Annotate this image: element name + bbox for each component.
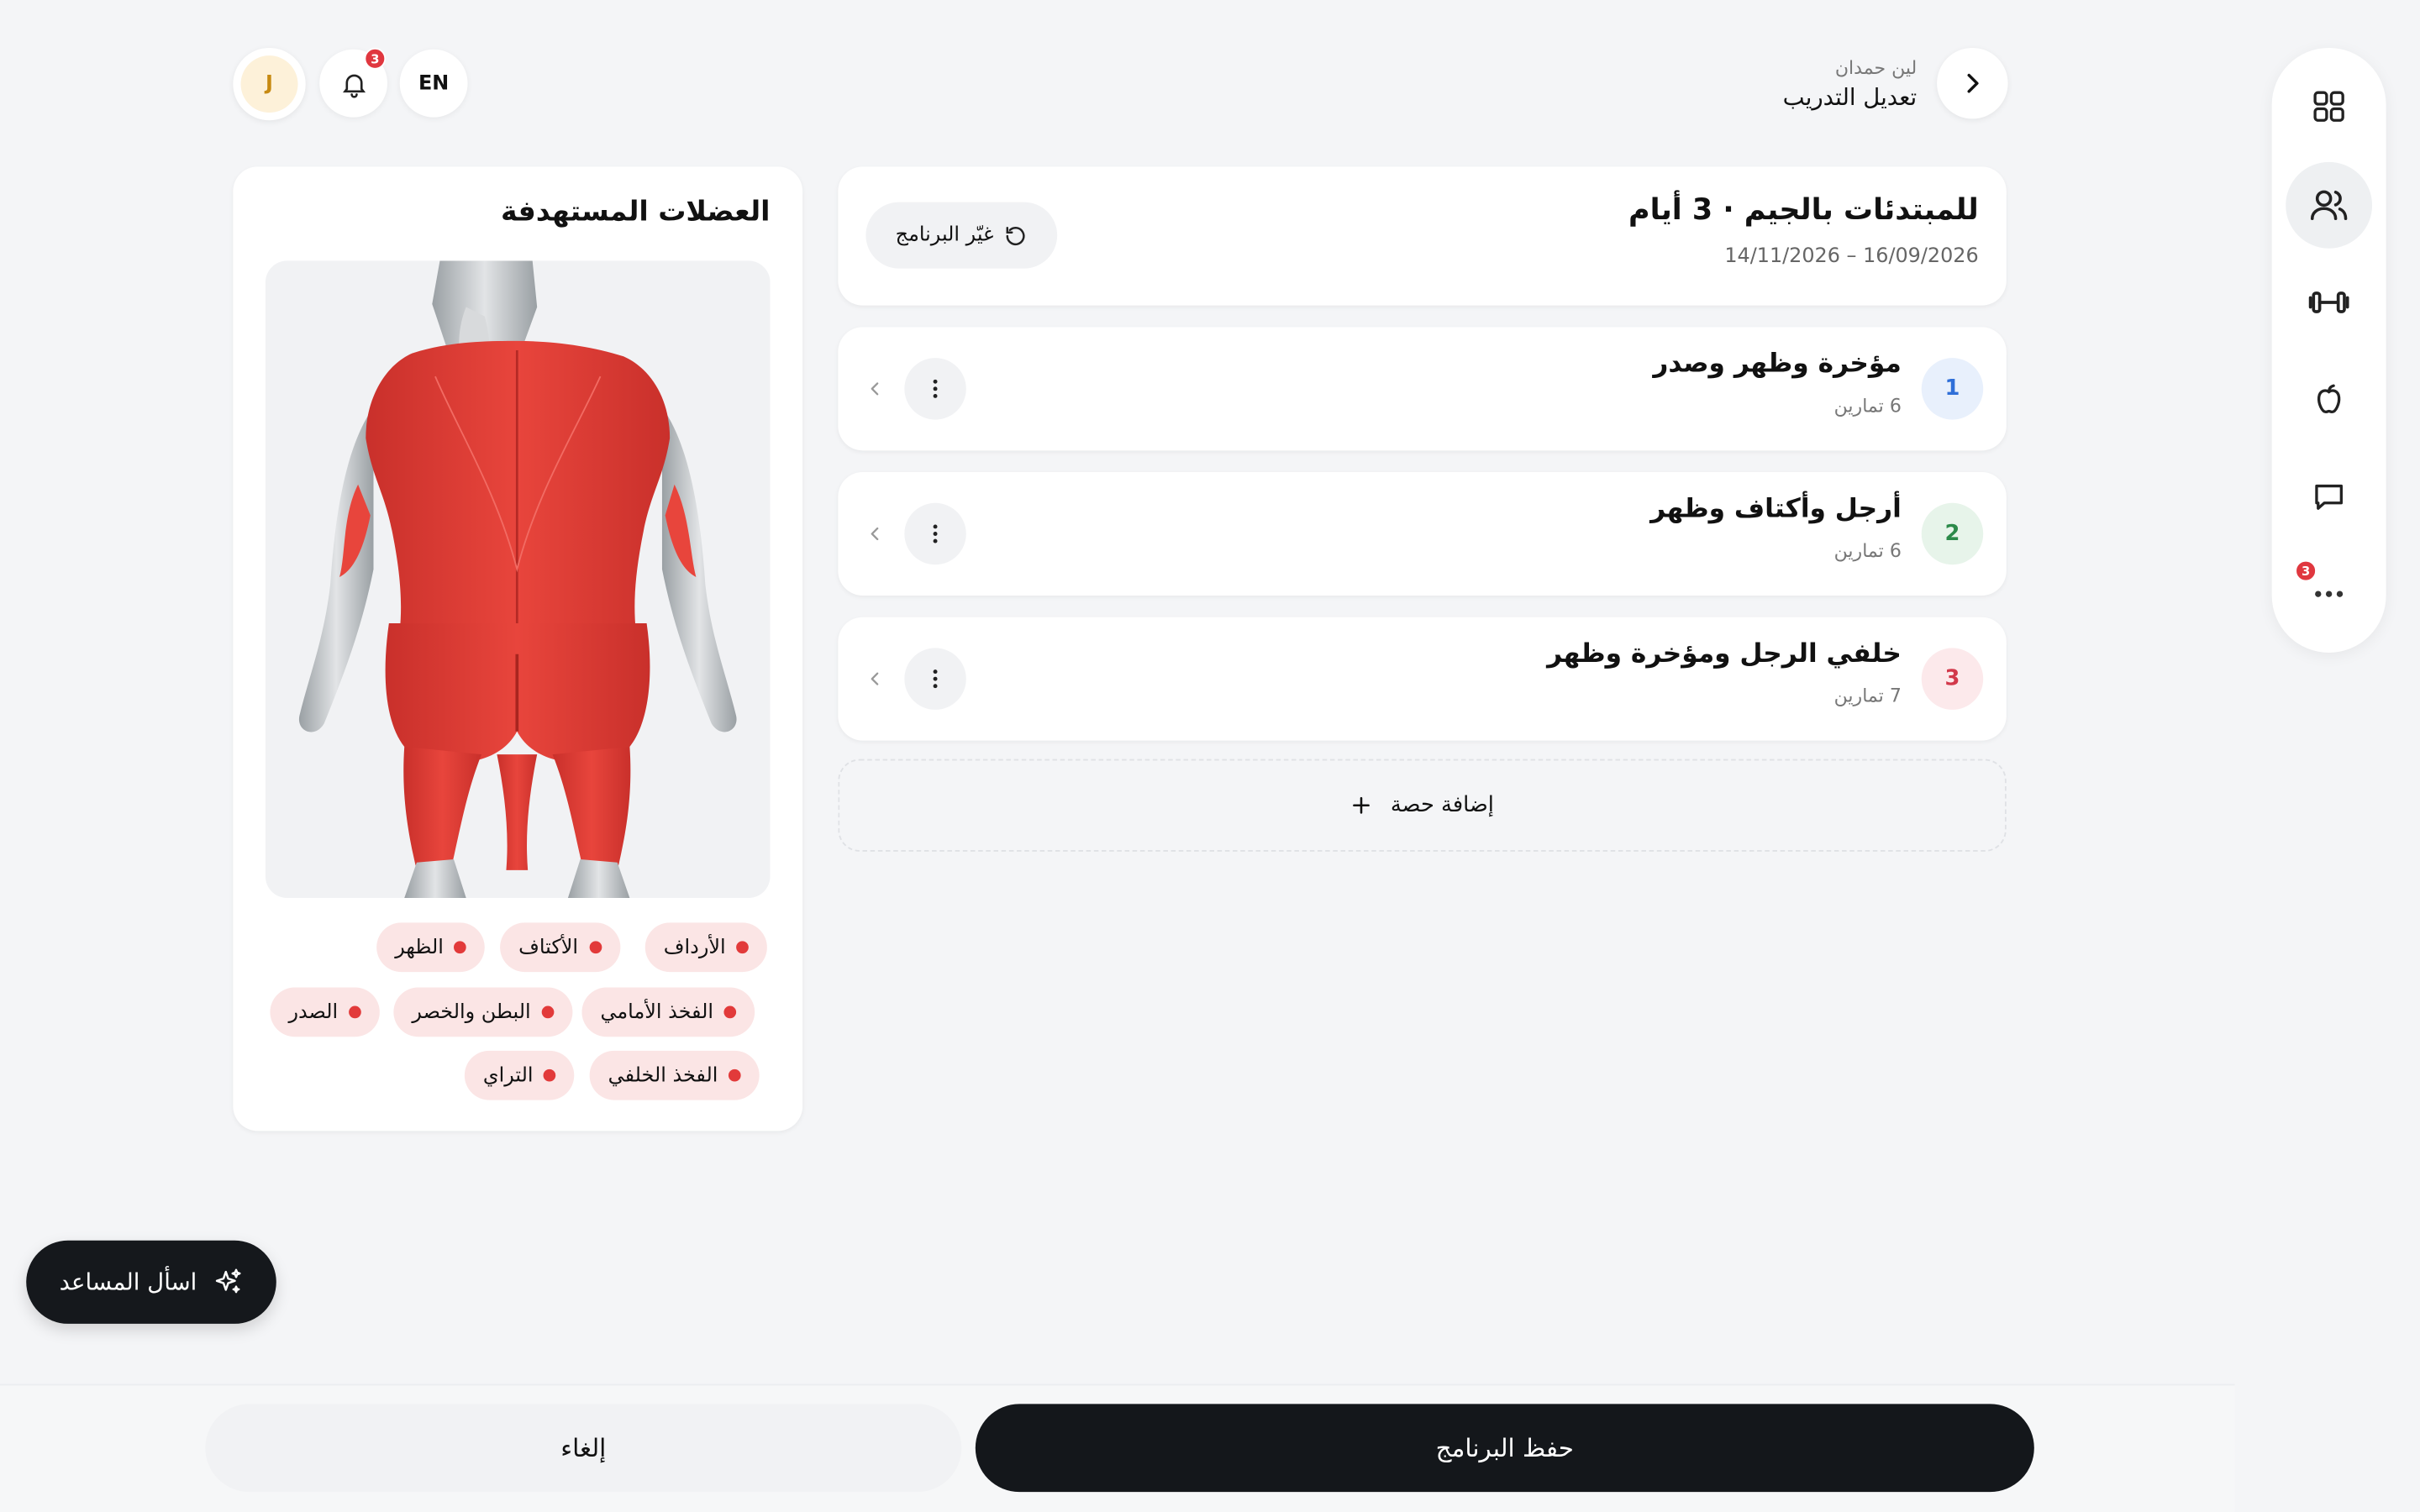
- nav-dashboard[interactable]: [2286, 63, 2372, 150]
- muscle-chip: الصدر: [270, 987, 380, 1037]
- muscle-dot: [349, 1005, 361, 1019]
- notifications-button[interactable]: 3: [319, 47, 388, 118]
- muscle-dot: [723, 1005, 737, 1019]
- session-chevron-2[interactable]: [860, 518, 891, 549]
- nav-nutrition[interactable]: [2286, 356, 2372, 443]
- notifications-badge: 3: [364, 47, 387, 70]
- more-icon: [2315, 591, 2344, 597]
- chevron-left-icon: [871, 382, 879, 396]
- nav-workouts[interactable]: [2286, 260, 2372, 346]
- refresh-icon: [1006, 226, 1025, 245]
- language-label: EN: [418, 71, 450, 95]
- ask-assistant-label: اسأل المساعد: [59, 1268, 197, 1296]
- program-title: للمبتدئات بالجيم · 3 أيام: [1628, 192, 1979, 228]
- muscle-chip-label: الفخذ الخلفي: [608, 1063, 718, 1087]
- session-chevron-3[interactable]: [860, 664, 891, 695]
- session-number-2: 2: [1921, 502, 1984, 565]
- body-back-illustration: [298, 260, 737, 898]
- session-title-3: خلفي الرجل ومؤخرة وظهر: [1547, 638, 1902, 670]
- plus-icon: [1353, 796, 1370, 814]
- muscle-chip: التراي: [464, 1050, 576, 1100]
- chevron-left-icon: [871, 527, 879, 541]
- chat-icon: [2315, 484, 2343, 510]
- muscle-chip: الأكتاف: [500, 922, 620, 973]
- muscle-chip: البطن والخصر: [393, 987, 573, 1037]
- add-session-button[interactable]: إضافة حصة: [838, 759, 2007, 852]
- muscle-chip: الظهر: [376, 922, 486, 973]
- muscle-dot: [541, 1005, 555, 1019]
- muscle-chip: الفخذ الخلفي: [589, 1050, 760, 1100]
- muscle-chip-label: البطن والخصر: [412, 1000, 531, 1024]
- muscle-dot: [454, 941, 467, 954]
- bell-icon: [342, 73, 366, 97]
- session-count-1: 6 تمارين: [1833, 395, 1902, 417]
- back-button[interactable]: [1937, 47, 2008, 119]
- language-button[interactable]: EN: [399, 49, 468, 118]
- apple-icon: [2317, 384, 2341, 414]
- client-name: لين حمدان: [1834, 56, 1918, 79]
- nav-rail: 3: [2271, 47, 2386, 653]
- change-program-label: غيّر البرنامج: [895, 223, 994, 247]
- muscle-dot: [729, 1068, 741, 1082]
- muscle-chip: الأرداف: [644, 922, 768, 973]
- ask-assistant-button[interactable]: اسأل المساعد: [26, 1240, 276, 1324]
- session-row-3[interactable]: 3 خلفي الرجل ومؤخرة وظهر 7 تمارين: [838, 617, 2007, 741]
- target-muscles-title: العضلات المستهدفة: [501, 196, 771, 228]
- users-icon: [2310, 190, 2348, 220]
- muscle-chip-label: التراي: [482, 1063, 534, 1087]
- session-count-3: 7 تمارين: [1833, 685, 1902, 707]
- muscle-dot: [736, 941, 750, 954]
- sparkles-icon: [215, 1268, 240, 1294]
- session-count-2: 6 تمارين: [1833, 539, 1902, 562]
- program-dates: 14/11/2026 – 16/09/2026: [1724, 245, 1979, 269]
- nav-clients[interactable]: [2286, 161, 2373, 249]
- muscle-chip-label: الصدر: [288, 1000, 339, 1024]
- session-number-1: 1: [1921, 358, 1984, 420]
- session-chevron-1[interactable]: [860, 373, 891, 404]
- save-program-button[interactable]: حفظ البرنامج: [975, 1404, 2034, 1493]
- change-program-button[interactable]: غيّر البرنامج: [865, 202, 1058, 269]
- more-badge: 3: [2295, 559, 2317, 582]
- muscle-chip-label: الأرداف: [663, 935, 726, 959]
- chevron-left-icon: [871, 672, 879, 685]
- session-menu-button-1[interactable]: [904, 358, 966, 420]
- session-menu-button-3[interactable]: [904, 648, 966, 710]
- session-title-1: مؤخرة وظهر وصدر: [1653, 349, 1902, 380]
- session-row-2[interactable]: 2 أرجل وأكتاف وظهر 6 تمارين: [838, 472, 2007, 596]
- session-number-3: 3: [1921, 648, 1984, 710]
- nav-more[interactable]: 3: [2286, 551, 2372, 638]
- cancel-button[interactable]: إلغاء: [205, 1404, 962, 1493]
- muscle-chip: الفخذ الأمامي: [581, 987, 755, 1037]
- kebab-icon: [933, 379, 938, 398]
- muscle-chip-label: الأكتاف: [518, 935, 579, 959]
- muscle-body-figure: [265, 260, 771, 898]
- muscle-dot: [588, 941, 602, 954]
- muscle-chip-label: الظهر: [395, 935, 444, 959]
- grid-icon: [2313, 91, 2344, 122]
- page-title: تعديل التدريب: [1782, 83, 1918, 112]
- kebab-icon: [933, 524, 938, 543]
- add-session-label: إضافة حصة: [1390, 793, 1494, 818]
- muscle-dot: [544, 1068, 557, 1082]
- session-title-2: أرجل وأكتاف وظهر: [1650, 493, 1902, 525]
- avatar: J: [240, 55, 298, 113]
- dumbbell-icon: [2308, 291, 2349, 313]
- chevron-right-icon: [1967, 73, 1979, 93]
- kebab-icon: [933, 669, 938, 689]
- session-menu-button-2[interactable]: [904, 502, 966, 565]
- muscle-chip-label: الفخذ الأمامي: [600, 1000, 714, 1024]
- profile-button[interactable]: J: [233, 47, 306, 121]
- session-row-1[interactable]: 1 مؤخرة وظهر وصدر 6 تمارين: [838, 327, 2007, 451]
- nav-messages[interactable]: [2286, 454, 2372, 540]
